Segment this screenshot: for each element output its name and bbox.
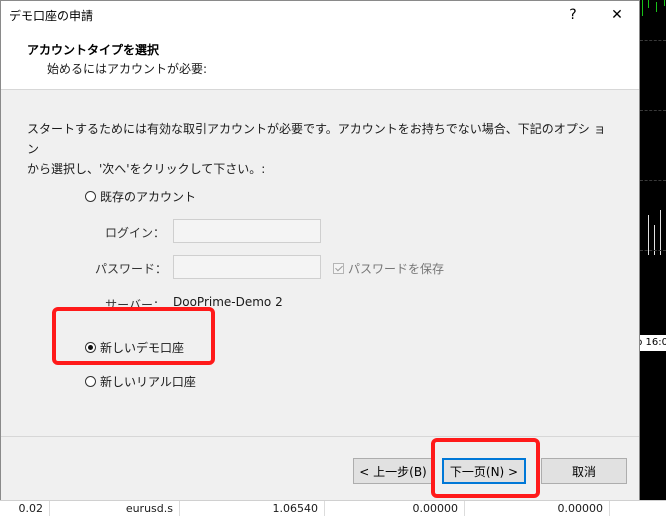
save-password-checkbox[interactable] — [333, 263, 344, 274]
option-existing-account[interactable]: 既存のアカウント — [85, 187, 196, 205]
instruction-line: から選択し、'次へ'をクリックして下さい。: — [27, 162, 266, 176]
cancel-button[interactable]: 取消 — [541, 458, 627, 484]
save-password-option[interactable]: パスワードを保存 — [333, 260, 444, 277]
login-label: ログイン： — [104, 226, 165, 240]
chart-candle — [664, 0, 665, 6]
demo-account-dialog: デモ口座の申請 ? ✕ アカウントタイプを選択 始めるにはアカウントが必要: ス… — [0, 0, 640, 500]
help-icon[interactable]: ? — [553, 3, 593, 27]
wizard-step-subtitle: 始めるにはアカウントが必要: — [47, 62, 208, 76]
wizard-body: スタートするためには有効な取引アカウントが必要です。アカウントをお持ちでない場合… — [1, 90, 639, 436]
back-button[interactable]: < 上一步(B) — [353, 458, 433, 484]
wizard-header: アカウントタイプを選択 始めるにはアカウントが必要: — [1, 29, 639, 90]
radio-new-real[interactable] — [85, 375, 96, 387]
dialog-titlebar[interactable]: デモ口座の申請 ? ✕ — [1, 1, 639, 29]
save-password-label: パスワードを保存 — [348, 262, 445, 276]
chart-candle — [648, 0, 649, 8]
password-label: パスワード： — [95, 262, 168, 276]
wizard-step-title: アカウントタイプを選択 — [27, 43, 160, 57]
close-icon[interactable]: ✕ — [597, 3, 637, 27]
table-cell-tp: 0.00000 — [465, 501, 610, 516]
chart-grid-line — [640, 40, 666, 41]
chart-candle — [660, 210, 661, 255]
password-field[interactable] — [173, 255, 321, 279]
login-field[interactable] — [173, 219, 321, 243]
option-label: 新しいリアル口座 — [100, 374, 196, 389]
table-cell-symbol: eurusd.s — [50, 501, 180, 516]
chart-time-label: b 16:00 — [640, 335, 666, 351]
chart-grid-line — [640, 180, 666, 181]
chart-candle — [656, 2, 657, 12]
option-label: 既存のアカウント — [100, 189, 197, 204]
chart-grid-line — [640, 250, 666, 251]
chart-candle — [648, 215, 649, 255]
highlight-new-demo-option — [52, 307, 215, 365]
chart-grid-line — [640, 110, 666, 111]
instruction-line: スタートするためには有効な取引アカウントが必要です。アカウントをお持ちでない場合… — [27, 122, 606, 156]
option-new-real[interactable]: 新しいリアル口座 — [85, 372, 196, 390]
table-cell-volume: 0.02 — [0, 501, 50, 516]
highlight-next-button — [431, 438, 540, 498]
table-cell-sl: 0.00000 — [325, 501, 465, 516]
wizard-footer: < 上一步(B) 下一页(N) > 取消 — [1, 436, 639, 500]
dialog-title: デモ口座の申請 — [9, 9, 94, 23]
instruction-text: スタートするためには有効な取引アカウントが必要です。アカウントをお持ちでない場合… — [27, 119, 617, 179]
radio-existing-account[interactable] — [85, 190, 96, 202]
table-cell-price: 1.06540 — [180, 501, 325, 516]
chart-candle — [642, 0, 643, 16]
terminal-table-row[interactable]: 0.02 eurusd.s 1.06540 0.00000 0.00000 — [0, 500, 666, 516]
